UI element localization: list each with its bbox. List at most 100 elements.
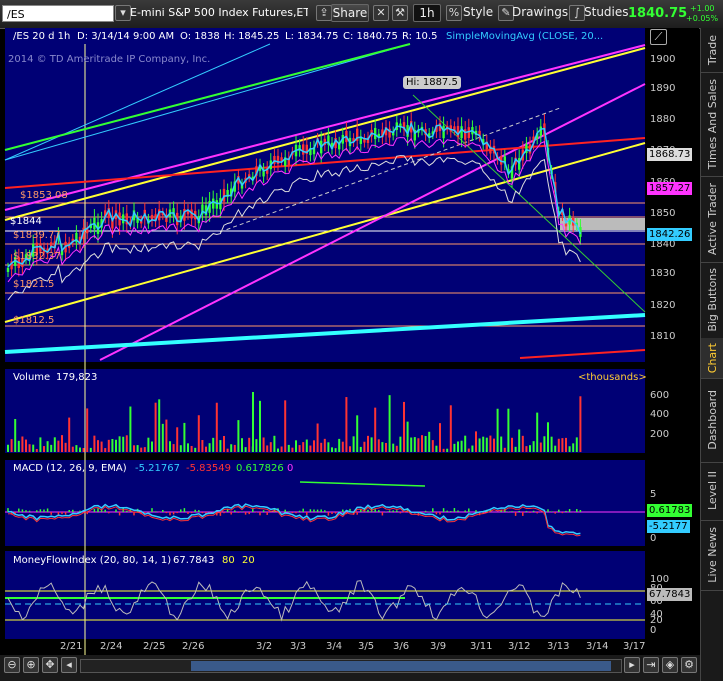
volume-bar (39, 437, 42, 452)
volume-bar (122, 436, 125, 452)
volume-bar (323, 438, 326, 452)
x-axis-label: 2/21 (60, 641, 83, 652)
side-tab-big-buttons[interactable]: Big Buttons (701, 262, 723, 339)
pan-icon[interactable]: ✥ (42, 657, 58, 673)
volume-bar (431, 440, 434, 452)
volume-bar (449, 405, 452, 452)
volume-bar (291, 447, 294, 452)
volume-value: 179,823 (56, 372, 98, 383)
volume-bar (61, 435, 63, 452)
price-tick: 1820 (650, 300, 676, 311)
price-tick: 1850 (650, 208, 676, 219)
side-tab-live-news[interactable]: Live News (701, 520, 723, 591)
scroll-left-icon[interactable]: ◂ (61, 657, 77, 673)
macd-zero: 0 (287, 463, 294, 474)
volume-bar (179, 445, 182, 452)
mfi-value-tag: 67.7843 (647, 588, 693, 601)
macd-tick: 5 (650, 489, 657, 500)
volume-bar (356, 415, 359, 452)
volume-bar (82, 448, 85, 452)
side-tab-times-and-sales[interactable]: Times And Sales (701, 72, 723, 177)
volume-bar (172, 444, 175, 452)
price-tick: 1810 (650, 331, 676, 342)
volume-bar (43, 446, 45, 452)
volume-bar (28, 444, 31, 452)
volume-bar (35, 448, 38, 452)
volume-bar (68, 417, 71, 452)
volume-bar (367, 435, 369, 452)
volume-bar (183, 422, 186, 452)
volume-bar (136, 445, 139, 452)
macd-diff: 0.617826 (236, 463, 284, 474)
volume-bar (341, 441, 344, 452)
settings-icon[interactable]: ⚙ (681, 657, 697, 673)
mfi-value: 67.7843 (173, 555, 215, 566)
volume-bar (201, 440, 204, 452)
volume-bar (57, 440, 60, 452)
side-tab-level-ii[interactable]: Level II (701, 462, 723, 521)
volume-bar (521, 435, 524, 452)
volume-bar (7, 444, 9, 452)
side-tab-chart[interactable]: Chart (701, 338, 723, 379)
volume-bar (46, 441, 49, 452)
volume-bar (543, 436, 546, 452)
volume-tick: 400 (650, 409, 670, 420)
volume-bar (17, 440, 20, 452)
scrollbar-thumb[interactable] (191, 661, 611, 671)
volume-bar (79, 447, 81, 452)
volume-bar (104, 448, 107, 452)
volume-bar (557, 438, 560, 452)
volume-bar (237, 420, 240, 452)
volume-bar (165, 419, 168, 452)
volume-bar (572, 443, 575, 452)
volume-bar (190, 445, 193, 452)
zoom-in-icon[interactable]: ⊕ (23, 657, 39, 673)
expand-icon[interactable]: ⟋ (650, 29, 667, 45)
volume-bar (370, 437, 373, 452)
volume-bar (413, 437, 416, 452)
volume-bar (280, 446, 283, 452)
volume-bar (129, 406, 132, 452)
volume-bar (215, 402, 218, 452)
x-axis-label: 3/5 (358, 641, 375, 652)
time-scrollbar[interactable] (80, 659, 622, 673)
zoom-out-icon[interactable]: ⊖ (4, 657, 20, 673)
side-tab-dashboard[interactable]: Dashboard (701, 378, 723, 463)
volume-bar (518, 429, 521, 452)
volume-bar (421, 435, 423, 452)
side-tab-active-trader[interactable]: Active Trader (701, 176, 723, 263)
copyright-watermark: 2014 © TD Ameritrade IP Company, Inc. (8, 54, 211, 65)
side-tab-trade[interactable]: Trade (701, 28, 723, 73)
volume-bar (539, 442, 542, 452)
volume-bar (471, 445, 474, 452)
volume-bar (424, 436, 427, 452)
price-candle-body (460, 126, 463, 139)
volume-bar (464, 435, 467, 452)
level-label: $1812.5 (13, 315, 55, 326)
volume-bar (194, 447, 197, 452)
zoom-fit-icon[interactable]: ◈ (662, 657, 678, 673)
volume-bar (359, 446, 362, 452)
volume-bar (287, 444, 290, 452)
scroll-end-icon[interactable]: ⇥ (643, 657, 659, 673)
volume-bar (86, 408, 89, 452)
volume-bar (568, 446, 571, 452)
volume-bar (406, 421, 409, 452)
volume-bar (32, 444, 35, 452)
macd-tick: 0 (650, 533, 657, 544)
macd-trend-line (299, 481, 426, 487)
volume-bar (176, 427, 179, 452)
scroll-right-icon[interactable]: ▸ (624, 657, 640, 673)
price-candle-body (467, 127, 470, 138)
volume-bar (97, 440, 99, 452)
x-axis-label: 3/3 (290, 641, 307, 652)
volume-bar (532, 441, 535, 452)
volume-bar (327, 442, 330, 452)
volume-bar (161, 423, 164, 452)
volume-bar (75, 445, 78, 452)
mfi-overbought: 80 (222, 555, 235, 566)
volume-bar (154, 402, 157, 452)
volume-bar (223, 435, 225, 452)
volume-bar (93, 435, 96, 452)
volume-bar (345, 397, 348, 452)
